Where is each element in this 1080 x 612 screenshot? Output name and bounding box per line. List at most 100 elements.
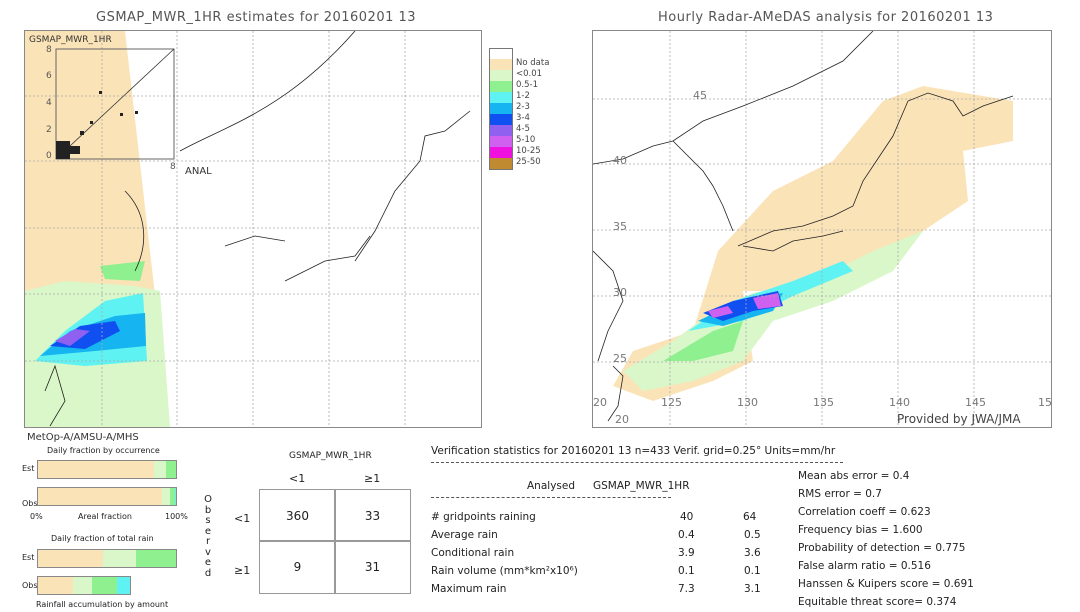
tot-obs-seg-lt001 [72, 577, 93, 594]
right-map-canvas [593, 31, 1051, 427]
legend-label-6: 3-4 [516, 113, 530, 123]
legend-swatch-3 [489, 81, 513, 92]
axis-areal-fraction: Areal fraction [78, 512, 132, 521]
stat-row-model: 0.1 [744, 565, 761, 577]
satellite-label: MetOp-A/AMSU-A/MHS [27, 432, 139, 443]
total-rain-obs-bar [37, 576, 131, 595]
stat-row-analysed: 7.3 [678, 583, 695, 595]
lon-tick-130: 130 [737, 396, 758, 409]
legend-label-5: 2-3 [516, 102, 530, 112]
occurrence-obs-bar [37, 487, 177, 506]
contingency-col-lt1: <1 [289, 472, 306, 485]
lat-tick-45: 45 [693, 89, 707, 102]
score-hk: Hanssen & Kuipers score = 0.691 [798, 578, 974, 590]
stat-row-model: 64 [743, 511, 757, 523]
left-map-canvas [25, 31, 481, 427]
axis-0-percent: 0% [30, 512, 43, 521]
legend-swatch-4 [489, 92, 513, 103]
occ-obs-seg-lt001 [162, 488, 171, 505]
lon-tick-150: 15 [1038, 396, 1052, 409]
occ-obs-seg-nodata [38, 488, 163, 505]
legend-label-10: 25-50 [516, 157, 541, 167]
inset-y-label: GSMAP_MWR_1HR [29, 35, 112, 45]
columns-divider [431, 497, 671, 498]
occurrence-est-label: Est [22, 464, 35, 473]
left-map-title: GSMAP_MWR_1HR estimates for 20160201 13 [96, 10, 417, 25]
stat-row-analysed: 0.4 [678, 529, 695, 541]
legend-swatch-7 [489, 125, 513, 136]
inset-xtick-8: 8 [170, 162, 176, 172]
right-map-title: Hourly Radar-AMeDAS analysis for 2016020… [658, 10, 994, 25]
occ-est-seg-lt001 [153, 461, 167, 478]
stat-row-label: Rain volume (mm*km²x10⁶) [431, 565, 578, 577]
contingency-cell-false-alarm: 33 [334, 489, 411, 542]
inset-tick-6: 6 [46, 71, 52, 81]
contingency-col-ge1: ≥1 [364, 472, 381, 485]
data-credit: Provided by JWA/JMA [897, 412, 1021, 426]
occ-est-seg-nodata [38, 461, 154, 478]
lat-tick-35: 35 [613, 220, 627, 233]
score-rms-error: RMS error = 0.7 [798, 488, 882, 500]
legend-label-7: 4-5 [516, 124, 530, 134]
legend-label-2: <0.01 [516, 69, 543, 79]
contingency-title: GSMAP_MWR_1HR [289, 451, 372, 461]
occ-est-seg-05-1 [166, 461, 176, 478]
score-correlation: Correlation coeff = 0.623 [798, 506, 931, 518]
tot-est-seg-05-1 [135, 550, 176, 567]
tot-obs-seg-nodata [38, 577, 73, 594]
legend-swatch-10 [489, 158, 513, 170]
inset-tick-2: 2 [46, 125, 52, 135]
lon-tick-125: 125 [661, 396, 682, 409]
tot-obs-seg-05-1 [92, 577, 118, 594]
stat-row-analysed: 3.9 [678, 547, 695, 559]
total-est-label: Est [22, 553, 35, 562]
legend-swatch-2 [489, 70, 513, 81]
header-divider [431, 462, 843, 463]
stat-row-model: 0.5 [744, 529, 761, 541]
score-mean-abs-error: Mean abs error = 0.4 [798, 470, 910, 482]
right-rain-map: 45 40 35 30 25 20 20 125 130 135 140 145… [592, 30, 1052, 428]
contingency-row-lt1: <1 [234, 512, 251, 525]
legend-swatch-6 [489, 114, 513, 125]
lat-tick-20: 20 [615, 413, 629, 426]
total-rain-title: Daily fraction of total rain [51, 534, 154, 543]
inset-tick-4: 4 [46, 98, 52, 108]
color-legend: No data <0.01 0.5-1 1-2 2-3 3-4 4-5 5-10… [489, 48, 579, 178]
occurrence-est-bar [37, 460, 177, 479]
col-analysed: Analysed [527, 480, 575, 492]
lat-tick-30: 30 [613, 286, 627, 299]
inset-tick-8: 8 [46, 45, 52, 55]
inset-x-label: ANAL [185, 166, 212, 177]
col-model: GSMAP_MWR_1HR [593, 480, 690, 492]
tot-est-seg-lt001 [102, 550, 136, 567]
stat-row-analysed: 40 [680, 511, 694, 523]
lon-tick-140: 140 [889, 396, 910, 409]
tot-obs-seg-1-2 [117, 577, 130, 594]
lat-tick-40: 40 [613, 154, 627, 167]
tot-est-seg-nodata [38, 550, 103, 567]
score-ets: Equitable threat score= 0.374 [798, 596, 957, 608]
stat-row-model: 3.6 [744, 547, 761, 559]
contingency-cell-hit-none: 360 [259, 489, 336, 542]
legend-label-1: No data [516, 58, 550, 68]
legend-swatch-1 [489, 59, 513, 70]
lon-tick-120: 20 [593, 396, 607, 409]
stat-row-label: Average rain [431, 529, 498, 541]
legend-label-4: 1-2 [516, 91, 530, 101]
stat-row-label: Conditional rain [431, 547, 515, 559]
legend-label-9: 10-25 [516, 146, 541, 156]
stat-row-analysed: 0.1 [678, 565, 695, 577]
observed-label: Observed [204, 494, 212, 579]
accum-title: Rainfall accumulation by amount [36, 600, 169, 609]
stat-row-label: # gridpoints raining [431, 511, 536, 523]
left-rain-map: GSMAP_MWR_1HR ANAL 0 2 4 6 8 8 [24, 30, 482, 428]
legend-swatch-5 [489, 103, 513, 114]
lon-tick-135: 135 [813, 396, 834, 409]
legend-swatch-8 [489, 136, 513, 147]
axis-100-percent: 100% [165, 512, 188, 521]
lon-tick-145: 145 [965, 396, 986, 409]
occurrence-obs-label: Obs [22, 499, 38, 508]
stat-row-label: Maximum rain [431, 583, 507, 595]
score-frequency-bias: Frequency bias = 1.600 [798, 524, 923, 536]
total-rain-est-bar [37, 549, 177, 568]
